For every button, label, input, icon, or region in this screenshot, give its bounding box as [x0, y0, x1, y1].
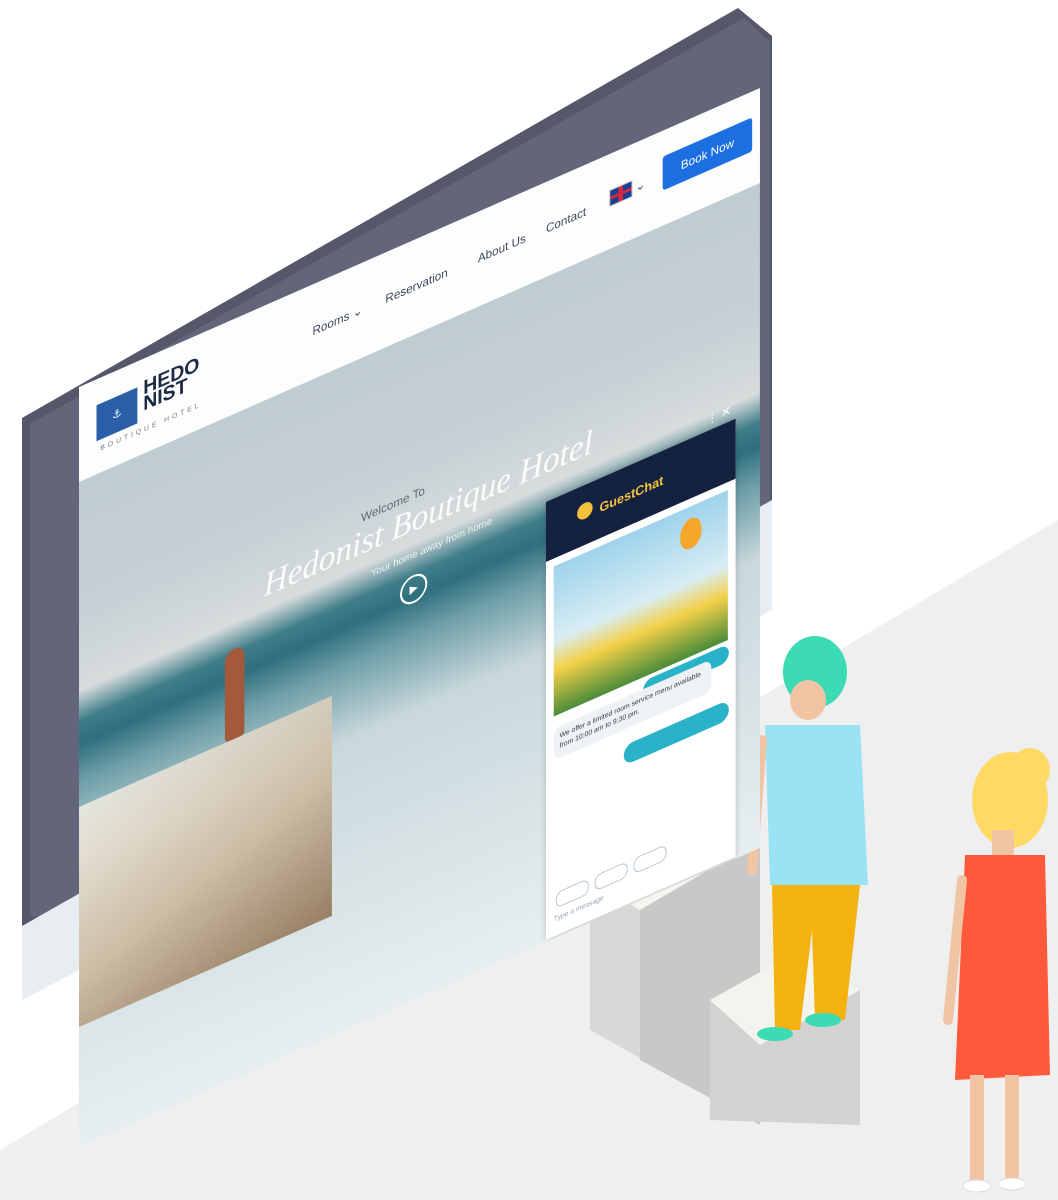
close-icon[interactable]: ✕ — [721, 403, 731, 421]
nav-rooms[interactable]: Rooms ⌄ — [312, 303, 362, 339]
more-icon[interactable]: ⋮ — [706, 408, 718, 427]
hero-deck-image — [79, 695, 332, 1027]
nav-reservation[interactable]: Reservation — [385, 265, 447, 306]
nav-rooms-label: Rooms — [312, 308, 350, 339]
hero-person-image — [224, 644, 245, 743]
illustration: ⚓ HEDO NIST BOUTIQUE HOTEL Rooms ⌄ Reser… — [0, 0, 1058, 1200]
hero-title: Hedonist Boutique Hotel — [263, 423, 593, 605]
play-icon[interactable]: ▶ — [400, 569, 428, 610]
balloon-icon — [680, 513, 702, 553]
chat-chip-2[interactable] — [594, 861, 628, 892]
chat-widget: ⋮ ✕ GuestChat We offer a limited room se… — [545, 403, 736, 940]
nav-about-us[interactable]: About Us — [478, 231, 526, 266]
uk-flag-icon[interactable] — [609, 179, 633, 208]
chat-chip-3[interactable] — [633, 843, 667, 875]
nav-contact[interactable]: Contact — [546, 204, 586, 236]
chat-brand-icon — [577, 499, 593, 523]
chevron-down-icon: ⌄ — [352, 302, 363, 321]
language-chevron-icon[interactable]: ⌄ — [635, 176, 645, 194]
book-now-button[interactable]: Book Now — [662, 117, 753, 191]
chat-brand-name: GuestChat — [599, 472, 664, 516]
